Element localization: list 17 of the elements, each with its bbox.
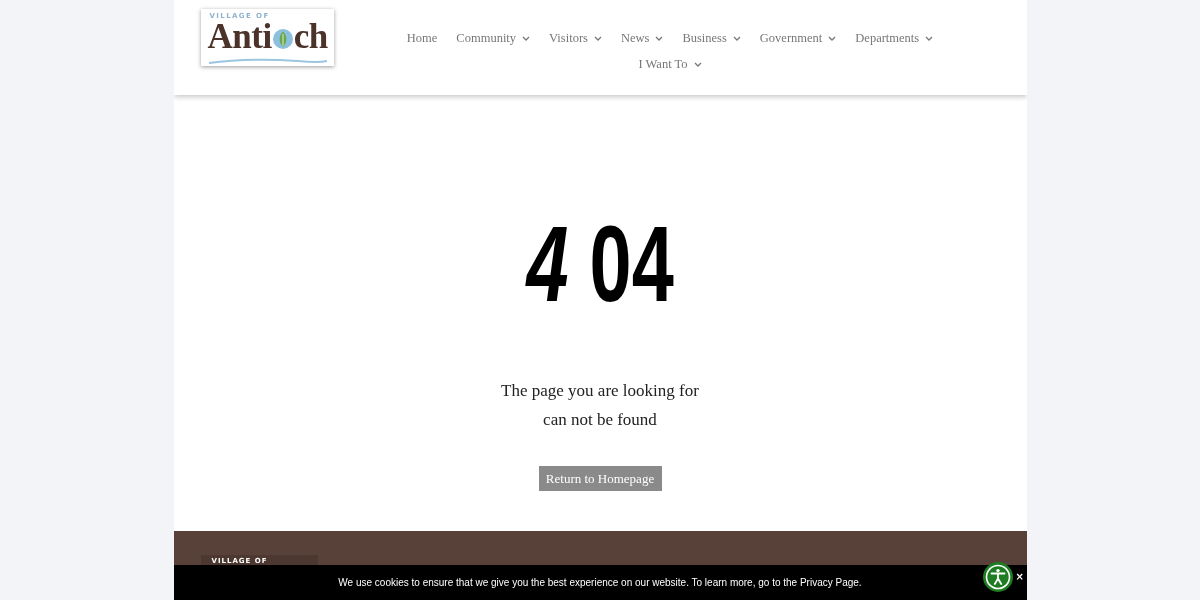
nav-link[interactable]: Government xyxy=(759,25,837,51)
cookie-notice-text: We use cookies to ensure that we give you the best experience on our website. To learn more, go to the Privacy Page. xyxy=(338,577,862,588)
nav-link[interactable]: Home xyxy=(406,25,438,51)
close-button[interactable]: × xyxy=(1015,571,1024,583)
nav-link[interactable]: Departments xyxy=(855,25,934,51)
nav-link[interactable]: Visitors xyxy=(549,25,602,51)
logo-wordmark: ch xyxy=(293,22,328,52)
nav-link[interactable]: Community xyxy=(456,25,531,51)
return-home-button[interactable]: Return to Homepage xyxy=(538,466,662,491)
accessibility-icon[interactable] xyxy=(982,562,1013,592)
leaf-icon xyxy=(272,29,293,49)
nav-link[interactable]: Business xyxy=(682,25,741,51)
nav-link[interactable]: News xyxy=(620,25,664,51)
error-message: The page you are looking for can not be found xyxy=(501,380,699,431)
error-code: 4 04 xyxy=(526,210,674,318)
nav-link[interactable]: I Want To xyxy=(638,51,702,77)
logo-wordmark: Anti xyxy=(207,22,272,52)
